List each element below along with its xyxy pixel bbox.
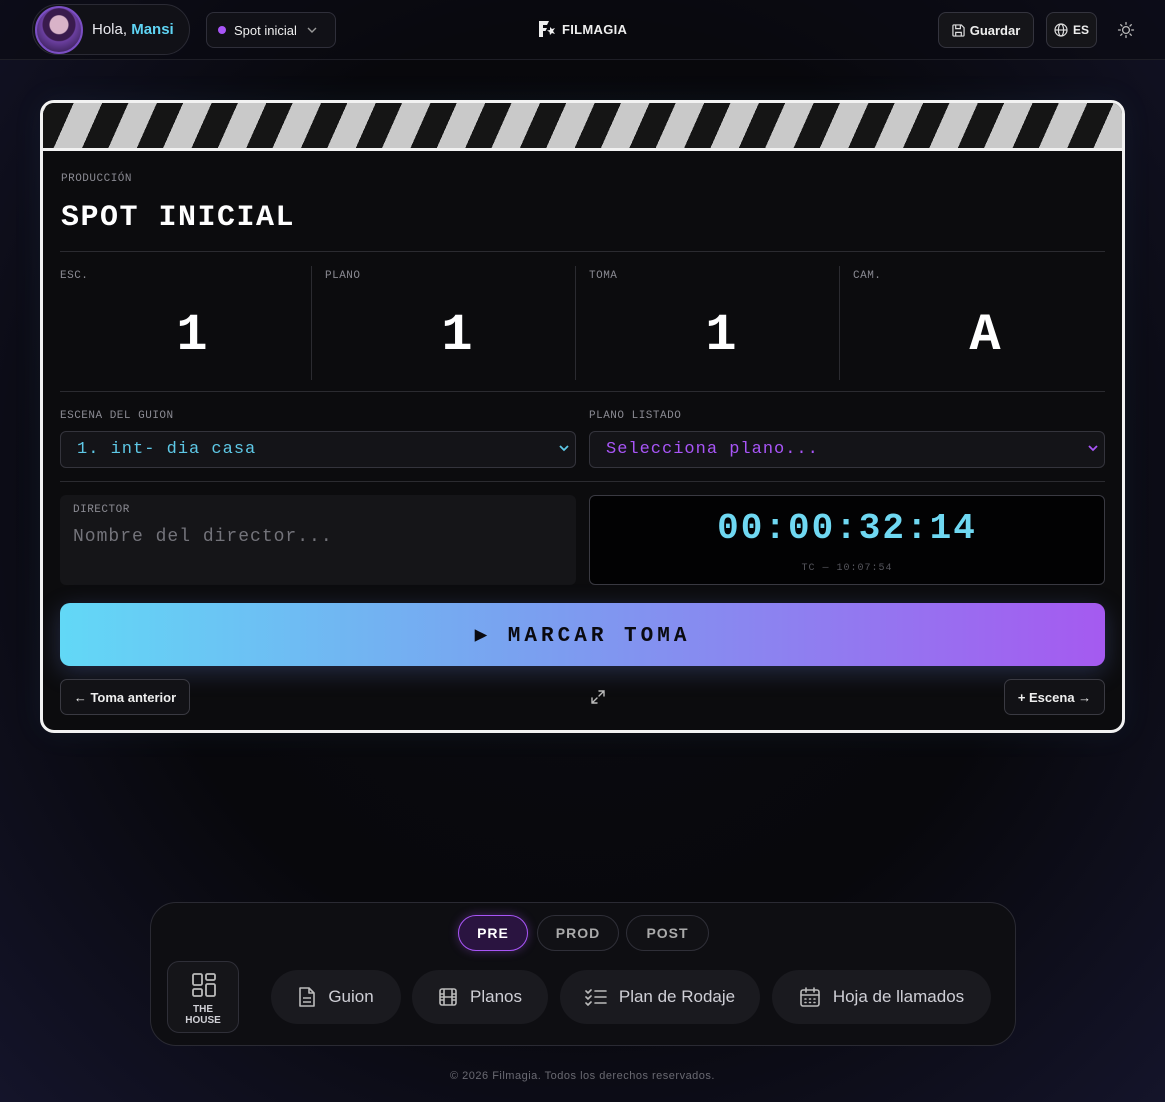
status-dot xyxy=(218,26,226,34)
greeting: Hola, Mansi xyxy=(92,21,174,38)
field-scene[interactable]: ESC. 1 xyxy=(60,266,324,380)
nav-hoja-de-llamados[interactable]: Hoja de llamados xyxy=(772,970,991,1024)
top-bar: Hola, Mansi Spot inicial FILMAGIA Guarda… xyxy=(0,0,1165,60)
field-shot[interactable]: PLANO 1 xyxy=(325,266,589,380)
scene-select[interactable]: 1. int- dia casa xyxy=(60,431,576,468)
nav-label: Planos xyxy=(470,987,522,1006)
field-camera[interactable]: CAM. A xyxy=(853,266,1117,380)
footer-copyright: © 2026 Filmagia. Todos los derechos rese… xyxy=(450,1070,715,1082)
previous-take-button[interactable]: ← Toma anterior xyxy=(60,679,190,715)
clapperboard: PRODUCCIÓN SPOT INICIAL ESC. 1 PLANO 1 T… xyxy=(40,100,1125,733)
timecode-display: 00:00:32:14 TC — 10:07:54 xyxy=(589,495,1105,585)
the-house-label: THE HOUSE xyxy=(185,1004,221,1026)
phase-tab-post[interactable]: POST xyxy=(626,915,709,951)
add-scene-button[interactable]: + Escena → xyxy=(1004,679,1105,715)
scene-select-label: ESCENA DEL GUION xyxy=(60,410,174,422)
shot-select-placeholder: Selecciona plano... xyxy=(606,440,819,459)
checklist-icon xyxy=(585,989,607,1006)
divider xyxy=(311,266,312,380)
timecode-clock: TC — 10:07:54 xyxy=(801,563,893,574)
field-label: ESC. xyxy=(60,270,89,282)
field-label: TOMA xyxy=(589,270,618,282)
field-label: CAM. xyxy=(853,270,882,282)
mark-take-button[interactable]: ▶ MARCAR TOMA xyxy=(60,603,1105,666)
nav-planos[interactable]: Planos xyxy=(412,970,548,1024)
bottom-dock: PRE PROD POST THE HOUSE Guion Planos Plan… xyxy=(150,902,1016,1046)
film-icon xyxy=(439,988,457,1006)
field-label: PLANO xyxy=(325,270,361,282)
project-selector[interactable]: Spot inicial xyxy=(206,12,336,48)
field-value: 1 xyxy=(441,306,473,365)
the-house-button[interactable]: THE HOUSE xyxy=(167,961,239,1033)
nav-label: Plan de Rodaje xyxy=(618,987,736,1006)
divider xyxy=(839,266,840,380)
field-value: A xyxy=(969,306,1001,365)
calendar-icon xyxy=(800,987,820,1007)
filmagia-logo-icon xyxy=(539,21,555,37)
timecode-value: 00:00:32:14 xyxy=(717,508,977,549)
nav-label: Guion xyxy=(328,987,374,1006)
production-label: PRODUCCIÓN xyxy=(61,173,133,185)
divider xyxy=(575,266,576,380)
scene-select-value: 1. int- dia casa xyxy=(77,440,257,459)
nav-label: Hoja de llamados xyxy=(832,987,965,1006)
phase-tab-prod[interactable]: PROD xyxy=(537,915,619,951)
divider xyxy=(60,251,1105,252)
user-menu[interactable]: Hola, Mansi xyxy=(32,4,190,55)
language-button[interactable]: ES xyxy=(1046,12,1097,48)
dashboard-icon xyxy=(192,973,216,997)
director-input[interactable]: Nombre del director... xyxy=(73,527,333,547)
director-label: DIRECTOR xyxy=(73,504,130,516)
nav-guion[interactable]: Guion xyxy=(271,970,401,1024)
sun-icon xyxy=(1117,21,1135,39)
field-value: 1 xyxy=(176,306,208,365)
language-label: ES xyxy=(1072,23,1089,37)
phase-tab-pre[interactable]: PRE xyxy=(458,915,528,951)
shot-select-label: PLANO LISTADO xyxy=(589,410,682,422)
save-label: Guardar xyxy=(969,22,1021,38)
divider xyxy=(60,391,1105,392)
chevron-down-icon xyxy=(1088,442,1098,456)
theme-toggle-button[interactable] xyxy=(1112,16,1140,44)
expand-icon[interactable] xyxy=(589,688,607,706)
nav-plan-de-rodaje[interactable]: Plan de Rodaje xyxy=(560,970,760,1024)
shot-select[interactable]: Selecciona plano... xyxy=(589,431,1105,468)
production-title: SPOT INICIAL xyxy=(61,201,296,235)
brand-logo[interactable]: FILMAGIA xyxy=(537,20,627,38)
clapper-stripes[interactable] xyxy=(43,103,1122,151)
save-icon xyxy=(952,23,965,37)
user-name: Mansi xyxy=(131,21,174,38)
divider xyxy=(60,481,1105,482)
globe-icon xyxy=(1054,23,1068,37)
field-value: 1 xyxy=(705,306,737,365)
chevron-down-icon xyxy=(559,442,569,456)
avatar xyxy=(35,5,83,54)
brand-name: FILMAGIA xyxy=(562,21,628,37)
project-name: Spot inicial xyxy=(234,22,297,38)
field-take[interactable]: TOMA 1 xyxy=(589,266,853,380)
document-icon xyxy=(299,987,316,1007)
director-field[interactable]: DIRECTOR Nombre del director... xyxy=(60,495,576,585)
chevron-down-icon xyxy=(307,25,317,36)
save-button[interactable]: Guardar xyxy=(938,12,1034,48)
